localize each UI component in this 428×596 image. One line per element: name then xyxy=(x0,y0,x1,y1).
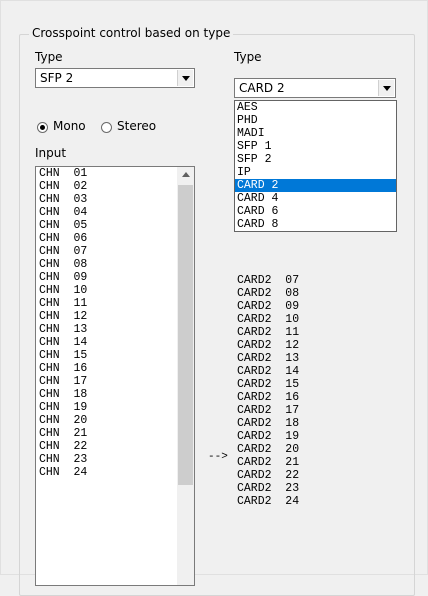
groupbox-title: Crosspoint control based on type xyxy=(29,26,234,40)
chevron-down-icon[interactable] xyxy=(378,80,394,96)
output-channel-item[interactable]: CARD2 24 xyxy=(234,495,396,508)
left-type-value: SFP 2 xyxy=(40,71,74,85)
input-channel-item[interactable]: CHN 09 xyxy=(36,271,194,284)
input-channel-item[interactable]: CHN 15 xyxy=(36,349,194,362)
input-channel-item[interactable]: CHN 24 xyxy=(36,466,194,479)
input-channel-item[interactable]: CHN 03 xyxy=(36,193,194,206)
input-channel-item[interactable]: CHN 16 xyxy=(36,362,194,375)
dropdown-option[interactable]: CARD 2 xyxy=(235,179,396,192)
stereo-radio[interactable] xyxy=(101,122,112,133)
input-channel-item[interactable]: CHN 20 xyxy=(36,414,194,427)
output-channel-item[interactable]: CARD2 08 xyxy=(234,287,396,300)
scroll-up-icon[interactable] xyxy=(177,167,194,184)
input-channel-item[interactable]: CHN 08 xyxy=(36,258,194,271)
input-channel-item[interactable]: CHN 12 xyxy=(36,310,194,323)
output-channel-item[interactable]: CARD2 20 xyxy=(234,443,396,456)
input-channel-item[interactable]: CHN 22 xyxy=(36,440,194,453)
input-channel-item[interactable]: CHN 14 xyxy=(36,336,194,349)
output-channel-item[interactable]: CARD2 18 xyxy=(234,417,396,430)
input-channel-item[interactable]: CHN 18 xyxy=(36,388,194,401)
output-channel-item[interactable]: CARD2 14 xyxy=(234,365,396,378)
scroll-thumb[interactable] xyxy=(178,185,193,485)
output-channel-item[interactable]: CARD2 10 xyxy=(234,313,396,326)
right-type-value: CARD 2 xyxy=(239,81,285,95)
dropdown-option[interactable]: MADI xyxy=(235,127,396,140)
input-label: Input xyxy=(35,146,67,160)
assign-arrow: --> xyxy=(208,451,228,463)
dropdown-option[interactable]: PHD xyxy=(235,114,396,127)
stereo-label: Stereo xyxy=(117,119,157,133)
input-channel-item[interactable]: CHN 17 xyxy=(36,375,194,388)
output-channel-item[interactable]: CARD2 22 xyxy=(234,469,396,482)
type-dropdown-list[interactable]: AES PHD MADI SFP 1 SFP 2 IP CARD 2 CARD 4 CARD 6… xyxy=(234,100,397,232)
output-channel-item[interactable]: CARD2 09 xyxy=(234,300,396,313)
output-channel-item[interactable]: CARD2 12 xyxy=(234,339,396,352)
output-channel-item[interactable]: CARD2 07 xyxy=(234,274,396,287)
mono-label: Mono xyxy=(53,119,86,133)
output-channel-item[interactable]: CARD2 19 xyxy=(234,430,396,443)
input-channel-item[interactable]: CHN 19 xyxy=(36,401,194,414)
chevron-down-icon[interactable] xyxy=(177,70,193,86)
input-channel-item[interactable]: CHN 07 xyxy=(36,245,194,258)
output-channel-item[interactable]: CARD2 16 xyxy=(234,391,396,404)
output-channel-item[interactable]: CARD2 23 xyxy=(234,482,396,495)
dropdown-option[interactable]: CARD 8 xyxy=(235,218,396,231)
input-channel-item[interactable]: CHN 10 xyxy=(36,284,194,297)
left-type-combo[interactable]: SFP 2 xyxy=(35,68,195,88)
input-channel-item[interactable]: CHN 13 xyxy=(36,323,194,336)
input-channel-item[interactable]: CHN 21 xyxy=(36,427,194,440)
dropdown-option[interactable]: AES xyxy=(235,101,396,114)
input-listbox[interactable]: CHN 01 CHN 02 CHN 03 CHN 04 CHN 05 CHN 06 CHN … xyxy=(35,166,195,586)
dropdown-option[interactable]: SFP 2 xyxy=(235,153,396,166)
output-channel-item[interactable]: CARD2 17 xyxy=(234,404,396,417)
right-type-combo[interactable]: CARD 2 xyxy=(234,78,396,98)
input-scrollbar[interactable] xyxy=(177,167,194,585)
output-channel-item[interactable]: CARD2 15 xyxy=(234,378,396,391)
dropdown-option[interactable]: CARD 6 xyxy=(235,205,396,218)
left-type-label: Type xyxy=(35,50,63,64)
input-channel-item[interactable]: CHN 01 xyxy=(36,167,194,180)
input-channel-item[interactable]: CHN 23 xyxy=(36,453,194,466)
right-type-label: Type xyxy=(234,50,262,64)
mono-radio[interactable] xyxy=(37,122,48,133)
output-channel-item[interactable]: CARD2 11 xyxy=(234,326,396,339)
input-channel-item[interactable]: CHN 06 xyxy=(36,232,194,245)
output-channel-item[interactable]: CARD2 13 xyxy=(234,352,396,365)
input-channel-item[interactable]: CHN 05 xyxy=(36,219,194,232)
dropdown-option[interactable]: SFP 1 xyxy=(235,140,396,153)
dropdown-option[interactable]: IP xyxy=(235,166,396,179)
output-channel-item[interactable]: CARD2 21 xyxy=(234,456,396,469)
input-channel-item[interactable]: CHN 11 xyxy=(36,297,194,310)
input-channel-item[interactable]: CHN 04 xyxy=(36,206,194,219)
dropdown-option[interactable]: CARD 4 xyxy=(235,192,396,205)
input-channel-item[interactable]: CHN 02 xyxy=(36,180,194,193)
